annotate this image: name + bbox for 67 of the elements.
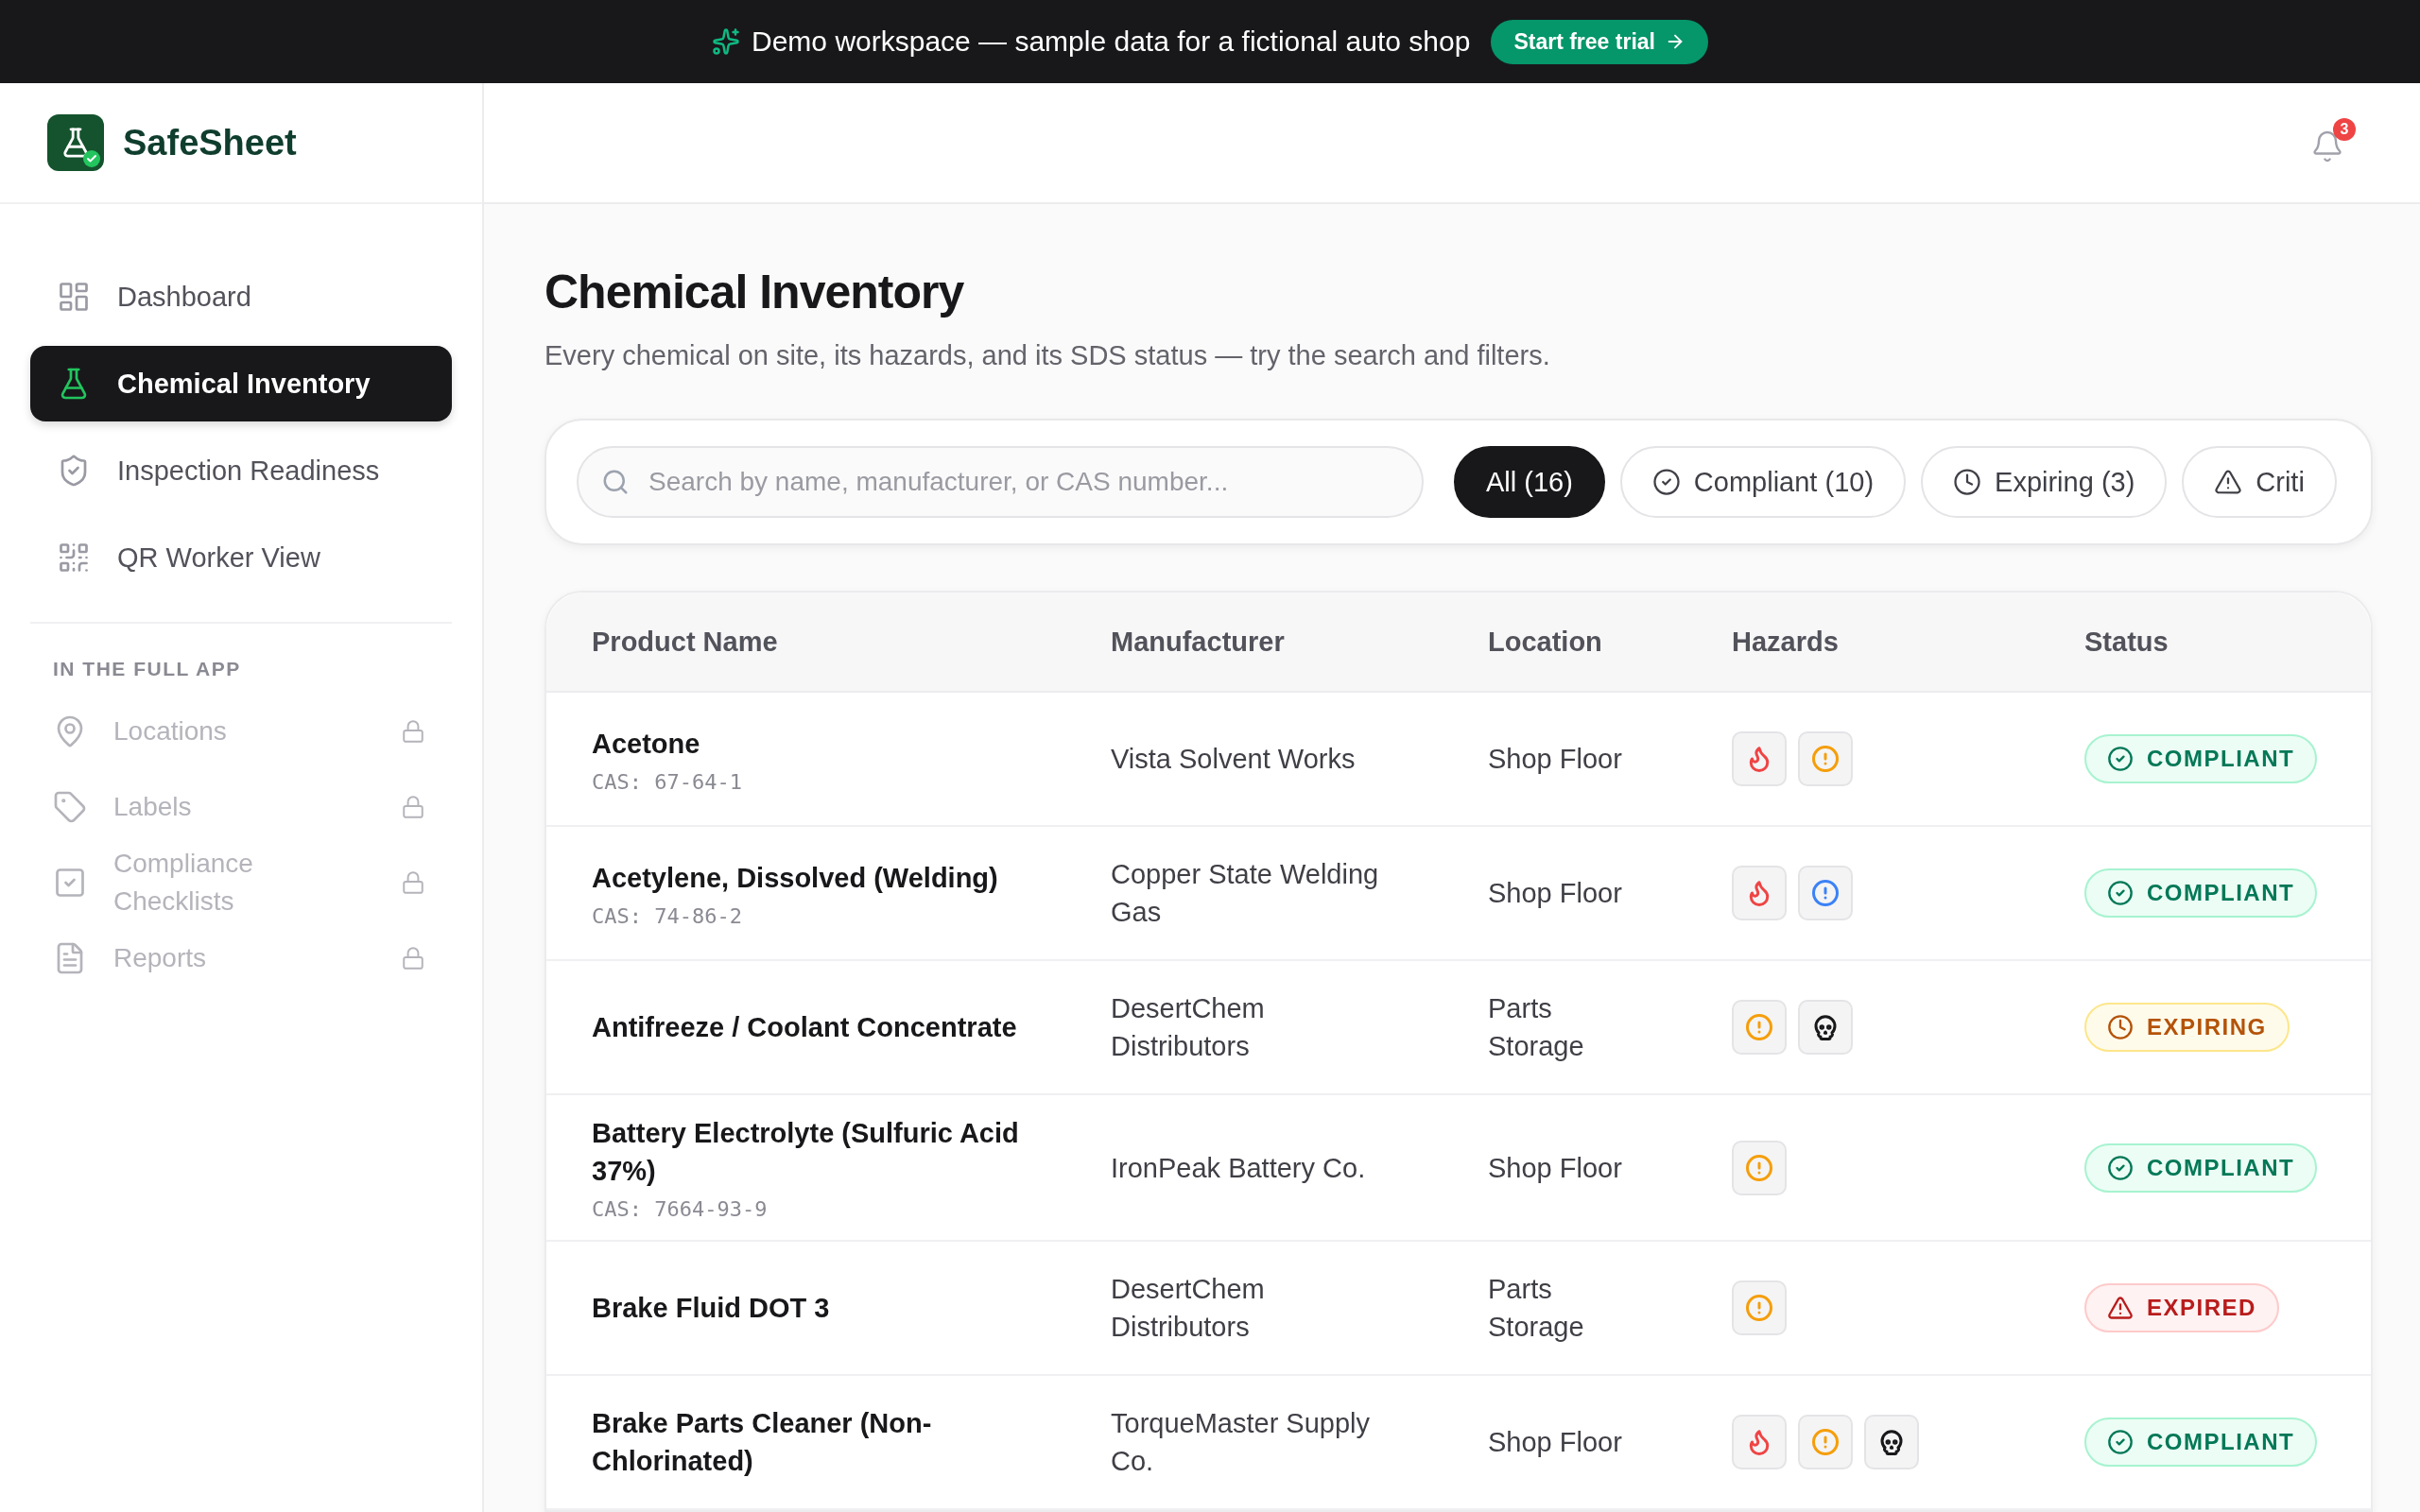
nav-item[interactable]: Dashboard xyxy=(30,259,452,335)
manufacturer-cell-text: IronPeak Battery Co. xyxy=(1111,1151,1366,1185)
column-header: Status xyxy=(2084,626,2169,658)
column-header: Product Name xyxy=(592,626,778,658)
filter-chip[interactable]: All (16) xyxy=(1454,446,1605,518)
dashboard-icon xyxy=(57,280,91,314)
notification-badge: 3 xyxy=(2333,118,2356,141)
warning-icon xyxy=(2214,468,2243,496)
status-badge: COMPLIANT xyxy=(2084,734,2318,783)
location-cell-text: Shop Floor xyxy=(1488,1426,1622,1459)
section-title: IN THE FULL APP xyxy=(52,657,242,681)
qr-code-icon xyxy=(57,541,91,575)
status-badge: EXPIRING xyxy=(2084,1003,2290,1052)
sparkles-icon xyxy=(712,27,740,56)
filter-chip[interactable]: Compliant (10) xyxy=(1619,446,1907,518)
tag-icon xyxy=(53,790,87,824)
lock-icon xyxy=(401,946,425,971)
column-header: Manufacturer xyxy=(1111,626,1285,658)
status-badge: COMPLIANT xyxy=(2084,1143,2318,1193)
manufacturer-cell-text: TorqueMaster Supply Co. xyxy=(1111,1407,1372,1478)
search-bar[interactable]: Search by name, manufacturer, or CAS number... xyxy=(577,446,1424,518)
product-name: Battery Electrolyte (Sulfuric Acid 37%) xyxy=(592,1117,1020,1188)
start-trial-button[interactable]: Start free trial xyxy=(1491,19,1708,64)
lock-icon xyxy=(401,795,425,819)
cas-number: CAS: 67-64-1 xyxy=(592,769,743,794)
manufacturer-cell-text: DesertChem Distributors xyxy=(1111,1273,1266,1344)
location-cell-text: Shop Floor xyxy=(1488,1151,1622,1185)
manufacturer-cell-text: DesertChem Distributors xyxy=(1111,992,1266,1063)
logo-icon xyxy=(47,114,104,171)
search-icon xyxy=(601,468,630,496)
lock-icon xyxy=(401,870,425,895)
locked-nav-label: Labels xyxy=(113,791,193,823)
product-name: Brake Fluid DOT 3 xyxy=(592,1292,831,1325)
cas-number: CAS: 74-86-2 xyxy=(592,903,743,928)
check-circle-icon xyxy=(1651,468,1681,496)
product-name: Antifreeze / Coolant Concentrate xyxy=(592,1011,1018,1044)
search-field[interactable]: Search by name, manufacturer, or CAS number... xyxy=(647,466,1399,498)
cas-number: CAS: 7664-93-9 xyxy=(592,1197,769,1221)
page-title: Chemical Inventory xyxy=(544,265,965,319)
page-subtitle: Every chemical on site, its hazards, and its SDS status — try the search and filters. xyxy=(544,340,1551,371)
locked-nav-label: Compliance Checklists xyxy=(113,848,253,918)
clock-icon xyxy=(1953,468,1982,496)
filter-chip[interactable]: Criti xyxy=(2182,446,2337,518)
location-cell-text: Shop Floor xyxy=(1488,877,1622,910)
nav-item[interactable]: Chemical Inventory xyxy=(30,346,452,421)
status-badge: EXPIRED xyxy=(2084,1283,2279,1332)
checkbox-icon xyxy=(53,866,87,900)
product-name: Brake Parts Cleaner (Non-Chlorinated) xyxy=(592,1407,933,1478)
product-name: Acetone xyxy=(592,727,701,761)
nav-item[interactable]: Inspection Readiness xyxy=(30,433,452,508)
brand-name: SafeSheet xyxy=(123,122,297,163)
banner-text: Demo workspace — sample data for a fictional auto shop xyxy=(712,26,1471,58)
location-cell-text: Parts Storage xyxy=(1488,1273,1585,1344)
column-header: Hazards xyxy=(1732,626,1839,658)
nav-item[interactable]: QR Worker View xyxy=(30,520,452,595)
location-cell-text: Shop Floor xyxy=(1488,743,1622,776)
locked-nav-label: Locations xyxy=(113,715,228,747)
manufacturer-cell-text: Copper State Welding Gas xyxy=(1111,858,1380,929)
locked-nav-label: Reports xyxy=(113,942,208,974)
filter-chip[interactable]: Expiring (3) xyxy=(1921,446,2168,518)
status-badge: COMPLIANT xyxy=(2084,1418,2318,1467)
status-badge: COMPLIANT xyxy=(2084,868,2318,918)
lock-icon xyxy=(401,719,425,744)
location-cell-text: Parts Storage xyxy=(1488,992,1585,1063)
product-name: Acetylene, Dissolved (Welding) xyxy=(592,861,999,895)
column-header: Location xyxy=(1488,626,1602,658)
manufacturer-cell-text: Vista Solvent Works xyxy=(1111,743,1356,776)
